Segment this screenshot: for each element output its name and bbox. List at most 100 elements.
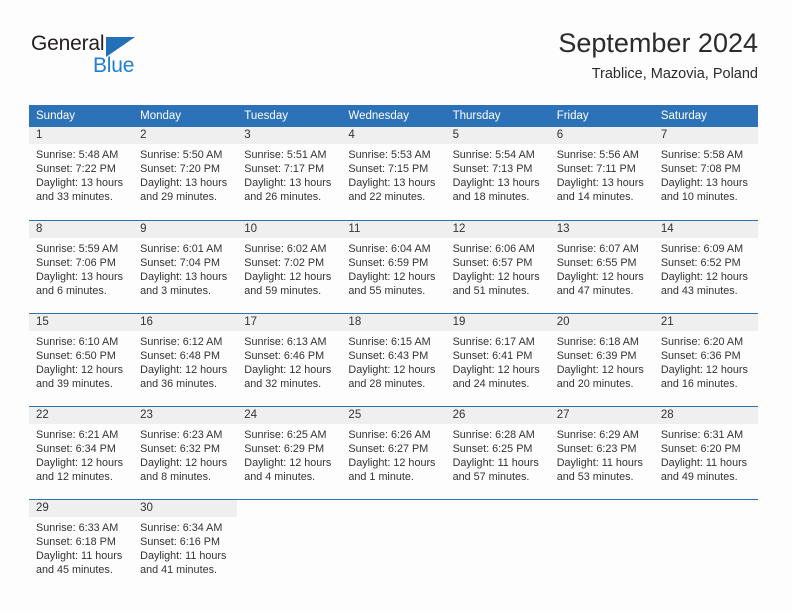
daylight-line-2: and 45 minutes. (36, 563, 113, 576)
sunrise-line: Sunrise: 6:29 AM (556, 428, 639, 441)
sunrise-sunset-calendar: Sunday Monday Tuesday Wednesday Thursday… (29, 105, 758, 584)
daylight-line-1: Daylight: 13 hours (452, 177, 540, 190)
daylight-line-2: and 53 minutes. (556, 470, 634, 483)
day-cell[interactable]: 20 Sunrise: 6:18 AM Sunset: 6:39 PM Dayligh… (549, 312, 654, 406)
day-cell[interactable]: 19 Sunrise: 6:17 AM Sunset: 6:41 PM Dayligh… (445, 312, 550, 406)
daylight-line-1: Daylight: 13 hours (36, 270, 124, 283)
daylight-line-2: and 8 minutes. (140, 470, 211, 483)
day-cell[interactable]: 11 Sunrise: 6:04 AM Sunset: 6:59 PM Dayligh… (341, 219, 446, 313)
day-cell[interactable]: 10 Sunrise: 6:02 AM Sunset: 7:02 PM Dayligh… (237, 219, 342, 313)
daylight-line-2: and 49 minutes. (660, 470, 738, 483)
day-cell[interactable]: 3 Sunrise: 5:51 AM Sunset: 7:17 PM Daylight… (237, 127, 342, 220)
day-number: 25 (341, 406, 446, 424)
weekday-header-tuesday: Tuesday (237, 105, 342, 127)
day-cell[interactable]: 4 Sunrise: 5:53 AM Sunset: 7:15 PM Daylight… (341, 127, 446, 220)
day-cell[interactable]: 13 Sunrise: 6:07 AM Sunset: 6:55 PM Dayligh… (549, 219, 654, 313)
sunset-line: Sunset: 6:41 PM (452, 349, 533, 362)
day-details: Sunrise: 6:15 AM Sunset: 6:43 PM Daylight:… (341, 331, 445, 391)
sunset-line: Sunset: 6:20 PM (660, 442, 741, 455)
day-number (654, 500, 758, 517)
day-cell[interactable]: 27 Sunrise: 6:29 AM Sunset: 6:23 PM Dayligh… (549, 405, 654, 499)
daylight-line-2: and 57 minutes. (452, 470, 530, 483)
sunset-line: Sunset: 6:59 PM (348, 256, 429, 269)
sunrise-line: Sunrise: 6:18 AM (556, 335, 639, 348)
sunset-line: Sunset: 6:25 PM (452, 442, 533, 455)
day-number: 20 (549, 313, 654, 331)
daylight-line-2: and 26 minutes. (244, 191, 322, 204)
daylight-line-1: Daylight: 13 hours (140, 270, 228, 283)
daylight-line-2: and 29 minutes. (140, 191, 217, 204)
daylight-line-2: and 4 minutes. (244, 470, 316, 483)
daylight-line-2: and 14 minutes. (556, 191, 634, 204)
day-details (237, 517, 341, 521)
daylight-line-2: and 12 minutes. (36, 470, 113, 483)
daylight-line-1: Daylight: 13 hours (556, 177, 644, 190)
daylight-line-1: Daylight: 12 hours (556, 363, 644, 376)
weekday-header-thursday: Thursday (445, 105, 550, 127)
day-cell[interactable]: 2 Sunrise: 5:50 AM Sunset: 7:20 PM Daylight… (133, 127, 238, 220)
day-cell[interactable]: 30 Sunrise: 6:34 AM Sunset: 6:16 PM Dayligh… (133, 498, 238, 584)
day-cell[interactable]: 14 Sunrise: 6:09 AM Sunset: 6:52 PM Dayligh… (653, 219, 758, 313)
day-number: 18 (341, 313, 446, 331)
daylight-line-2: and 59 minutes. (244, 284, 322, 297)
day-details: Sunrise: 5:53 AM Sunset: 7:15 PM Daylight:… (341, 144, 445, 204)
day-cell[interactable]: 9 Sunrise: 6:01 AM Sunset: 7:04 PM Daylight… (133, 219, 238, 313)
day-cell[interactable]: 8 Sunrise: 5:59 AM Sunset: 7:06 PM Daylight… (29, 219, 134, 313)
day-details: Sunrise: 5:48 AM Sunset: 7:22 PM Daylight:… (29, 144, 133, 204)
day-cell[interactable]: 23 Sunrise: 6:23 AM Sunset: 6:32 PM Dayligh… (133, 405, 238, 499)
day-cell-empty (341, 498, 446, 584)
weekday-header-row: Sunday Monday Tuesday Wednesday Thursday… (29, 105, 758, 127)
day-cell[interactable]: 28 Sunrise: 6:31 AM Sunset: 6:20 PM Dayligh… (653, 405, 758, 499)
day-cell[interactable]: 21 Sunrise: 6:20 AM Sunset: 6:36 PM Dayligh… (653, 312, 758, 406)
day-details (654, 517, 758, 521)
day-cell[interactable]: 29 Sunrise: 6:33 AM Sunset: 6:18 PM Dayligh… (29, 498, 134, 584)
day-number: 13 (549, 220, 654, 238)
general-blue-logo[interactable]: General Blue (29, 32, 219, 88)
sunset-line: Sunset: 6:23 PM (556, 442, 637, 455)
sunrise-line: Sunrise: 6:10 AM (36, 335, 119, 348)
day-cell[interactable]: 16 Sunrise: 6:12 AM Sunset: 6:48 PM Dayligh… (133, 312, 238, 406)
day-cell[interactable]: 25 Sunrise: 6:26 AM Sunset: 6:27 PM Dayligh… (341, 405, 446, 499)
calendar-week-row: 8 Sunrise: 5:59 AM Sunset: 7:06 PM Daylight… (29, 219, 758, 313)
daylight-line-1: Daylight: 11 hours (452, 456, 539, 469)
sunrise-line: Sunrise: 5:53 AM (348, 149, 431, 161)
day-cell[interactable]: 24 Sunrise: 6:25 AM Sunset: 6:29 PM Dayligh… (237, 405, 342, 499)
day-cell[interactable]: 18 Sunrise: 6:15 AM Sunset: 6:43 PM Dayligh… (341, 312, 446, 406)
daylight-line-1: Daylight: 12 hours (36, 456, 124, 469)
day-cell[interactable]: 1 Sunrise: 5:48 AM Sunset: 7:22 PM Daylight… (29, 127, 134, 220)
day-cell[interactable]: 6 Sunrise: 5:56 AM Sunset: 7:11 PM Daylight… (549, 127, 654, 220)
day-number: 8 (29, 220, 134, 238)
day-cell[interactable]: 17 Sunrise: 6:13 AM Sunset: 6:46 PM Dayligh… (237, 312, 342, 406)
daylight-line-1: Daylight: 12 hours (660, 270, 748, 283)
day-cell[interactable]: 26 Sunrise: 6:28 AM Sunset: 6:25 PM Dayligh… (445, 405, 550, 499)
day-number: 19 (445, 313, 550, 331)
daylight-line-1: Daylight: 12 hours (140, 363, 228, 376)
day-cell[interactable]: 12 Sunrise: 6:06 AM Sunset: 6:57 PM Dayligh… (445, 219, 550, 313)
daylight-line-2: and 43 minutes. (660, 284, 738, 297)
daylight-line-2: and 32 minutes. (244, 377, 322, 390)
page-header: General Blue September 2024 Trablice, Ma… (29, 26, 758, 98)
day-number: 24 (237, 406, 342, 424)
day-cell[interactable]: 5 Sunrise: 5:54 AM Sunset: 7:13 PM Daylight… (445, 127, 550, 220)
day-cell[interactable]: 22 Sunrise: 6:21 AM Sunset: 6:34 PM Dayligh… (29, 405, 134, 499)
sunrise-line: Sunrise: 6:34 AM (140, 521, 223, 534)
day-number: 14 (653, 220, 758, 238)
daylight-line-1: Daylight: 12 hours (348, 456, 436, 469)
day-details: Sunrise: 6:10 AM Sunset: 6:50 PM Daylight:… (29, 331, 133, 391)
sunset-line: Sunset: 7:06 PM (36, 256, 116, 269)
sunset-line: Sunset: 6:34 PM (36, 442, 116, 455)
day-number: 29 (29, 499, 134, 517)
daylight-line-1: Daylight: 12 hours (348, 270, 436, 283)
day-details: Sunrise: 5:50 AM Sunset: 7:20 PM Daylight:… (133, 144, 237, 204)
day-details: Sunrise: 6:26 AM Sunset: 6:27 PM Daylight:… (341, 424, 445, 484)
daylight-line-2: and 20 minutes. (556, 377, 634, 390)
day-number: 30 (133, 499, 238, 517)
day-cell[interactable]: 7 Sunrise: 5:58 AM Sunset: 7:08 PM Daylight… (653, 127, 758, 220)
day-cell[interactable]: 15 Sunrise: 6:10 AM Sunset: 6:50 PM Dayligh… (29, 312, 134, 406)
sunrise-line: Sunrise: 6:15 AM (348, 335, 431, 348)
sunrise-line: Sunrise: 6:21 AM (36, 428, 119, 441)
calendar-page: General Blue September 2024 Trablice, Ma… (0, 0, 792, 612)
day-number: 17 (237, 313, 342, 331)
day-details: Sunrise: 6:31 AM Sunset: 6:20 PM Daylight:… (654, 424, 758, 484)
weekday-header-friday: Friday (549, 105, 654, 127)
